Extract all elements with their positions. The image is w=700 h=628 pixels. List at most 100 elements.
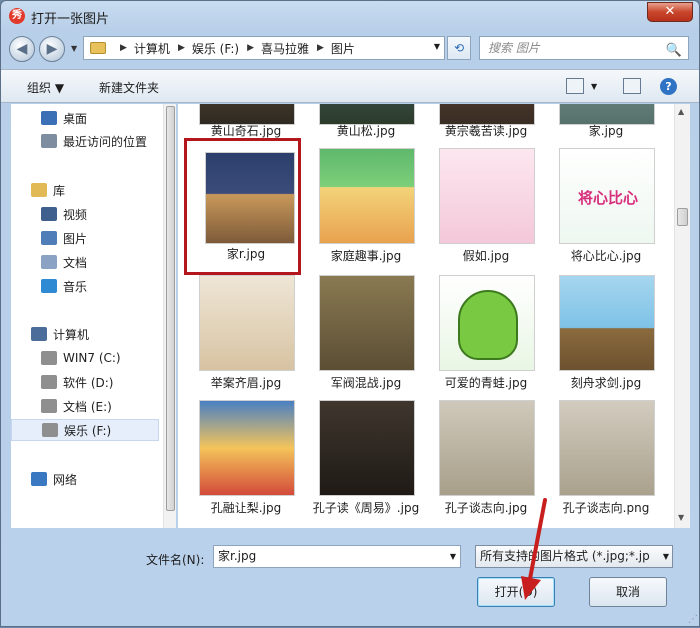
sidebar-item-1[interactable]: 桌面 — [11, 107, 159, 129]
sidebar-item-6[interactable]: 文档 — [11, 251, 159, 273]
music-icon — [41, 279, 57, 293]
address-bar[interactable]: ▶ 计算机 ▶ 娱乐 (F:) ▶ 喜马拉雅 ▶ 图片 ▼ — [83, 36, 445, 60]
thumbnail-image — [439, 148, 535, 244]
breadcrumb-item[interactable]: 计算机 — [134, 40, 170, 57]
thumbnail-image: 将心比心 — [559, 148, 655, 244]
resize-grip-icon[interactable]: ⋰ — [688, 614, 698, 625]
file-name-label: 孔融让梨.jpg — [210, 501, 282, 515]
sidebar-item-4[interactable]: 视频 — [11, 203, 159, 225]
sidebar-item-label: 桌面 — [63, 111, 88, 126]
drive-icon — [42, 423, 58, 437]
recent-places-icon — [41, 134, 57, 148]
sidebar-item-11[interactable]: 文档 (E:) — [11, 395, 159, 417]
breadcrumb-separator-icon[interactable]: ▶ — [247, 43, 254, 53]
sidebar-item-label: 文档 (E:) — [63, 399, 112, 414]
thumbnail-image — [199, 275, 295, 371]
sidebar-item-label: 最近访问的位置 — [63, 134, 148, 149]
back-button[interactable]: ◀ — [9, 36, 35, 62]
search-input[interactable]: 搜索 图片 🔍 — [479, 36, 689, 60]
view-mode-icon[interactable] — [566, 78, 584, 94]
scroll-up-icon[interactable]: ▲ — [678, 107, 684, 116]
navigation-pane: 桌面最近访问的位置库视频 图片 文档 音乐计算机 WIN7 (C:) 软件 (D:) 文档 … — [11, 104, 176, 528]
video-icon — [41, 207, 57, 221]
sidebar-item-12[interactable]: 娱乐 (F:) — [11, 419, 159, 441]
sidebar-item-label: WIN7 (C:) — [63, 351, 121, 365]
breadcrumb-separator-icon[interactable]: ▶ — [120, 43, 127, 53]
view-dropdown-icon[interactable]: ▼ — [591, 82, 597, 91]
recent-locations-dropdown[interactable]: ▼ — [71, 44, 77, 53]
network-icon — [31, 472, 47, 486]
dialog-title: 打开一张图片 — [31, 12, 110, 27]
breadcrumb-separator-icon[interactable]: ▶ — [317, 43, 324, 53]
computer-icon — [31, 327, 47, 341]
breadcrumb-item[interactable]: 娱乐 (F:) — [192, 40, 239, 57]
refresh-button[interactable]: ⟲ — [447, 36, 471, 60]
help-icon[interactable]: ? — [660, 78, 677, 95]
preview-pane-icon[interactable] — [623, 78, 641, 94]
dialog-footer: 文件名(N): 家r.jpg ▼ 所有支持的图片格式 (*.jpg;*.jp ▼… — [1, 529, 699, 628]
sidebar-item-label: 网络 — [53, 472, 78, 487]
scroll-down-icon[interactable]: ▼ — [678, 513, 684, 522]
search-placeholder: 搜索 图片 — [488, 41, 540, 55]
navigation-scroll-thumb[interactable] — [166, 106, 175, 511]
thumbnail-image — [319, 275, 415, 371]
file-list-scrollbar[interactable]: ▲ ▼ — [674, 104, 690, 528]
file-name-label: 黄山奇石.jpg — [210, 124, 282, 138]
documents-icon — [41, 255, 57, 269]
sidebar-item-2[interactable]: 最近访问的位置 — [11, 130, 159, 152]
file-name-label: 假如.jpg — [462, 249, 510, 263]
thumbnail-caption-text: 将心比心 — [577, 189, 638, 207]
sidebar-item-7[interactable]: 音乐 — [11, 275, 159, 297]
desktop-icon — [41, 111, 57, 125]
file-name-label: 可爱的青蛙.jpg — [444, 376, 528, 390]
address-dropdown-icon[interactable]: ▼ — [434, 42, 440, 51]
organize-menu[interactable]: 组织 ▼ — [27, 79, 64, 96]
thumbnail-image — [559, 275, 655, 371]
breadcrumb-separator-icon[interactable]: ▶ — [178, 43, 185, 53]
file-name-label: 举案齐眉.jpg — [210, 376, 282, 390]
file-list-scroll-thumb[interactable] — [677, 208, 688, 226]
file-name-label: 黄山松.jpg — [336, 124, 396, 138]
sidebar-item-label: 库 — [53, 183, 66, 198]
file-type-filter-value: 所有支持的图片格式 (*.jpg;*.jp — [480, 549, 650, 563]
thumbnail-image — [319, 400, 415, 496]
command-toolbar: 组织 ▼ 新建文件夹 ▼ ? — [1, 69, 699, 103]
filename-dropdown-icon[interactable]: ▼ — [450, 546, 456, 567]
file-name-label: 家庭趣事.jpg — [330, 249, 402, 263]
annotation-arrow-icon — [521, 498, 547, 600]
search-icon[interactable]: 🔍 — [666, 40, 682, 62]
navigation-scrollbar[interactable] — [163, 104, 176, 528]
sidebar-item-label: 娱乐 (F:) — [64, 423, 112, 438]
sidebar-item-10[interactable]: 软件 (D:) — [11, 371, 159, 393]
thumbnail-image — [319, 104, 415, 125]
new-folder-button[interactable]: 新建文件夹 — [99, 79, 159, 96]
filename-input[interactable]: 家r.jpg ▼ — [213, 545, 461, 568]
selected-file-highlight-frame — [184, 138, 301, 275]
close-button[interactable]: ✕ — [647, 2, 693, 22]
thumbnail-image — [439, 400, 535, 496]
frog-illustration — [458, 290, 518, 360]
breadcrumb-item[interactable]: 喜马拉雅 — [261, 40, 309, 57]
address-row: ◀ ▶ ▼ ▶ 计算机 ▶ 娱乐 (F:) ▶ 喜马拉雅 ▶ 图片 ▼ ⟲ 搜索 图片 🔍 — [1, 31, 699, 67]
thumbnail-image — [199, 104, 295, 125]
drive-icon — [41, 375, 57, 389]
sidebar-item-9[interactable]: WIN7 (C:) — [11, 347, 159, 369]
thumbnail-image — [319, 148, 415, 244]
file-type-filter-select[interactable]: 所有支持的图片格式 (*.jpg;*.jp ▼ — [475, 545, 673, 568]
filter-dropdown-icon[interactable]: ▼ — [662, 546, 669, 567]
sidebar-item-3[interactable]: 库 — [11, 179, 159, 201]
thumbnail-image — [439, 104, 535, 125]
file-name-label: 刻舟求剑.jpg — [570, 376, 642, 390]
file-name-label: 军阀混战.jpg — [330, 376, 402, 390]
library-icon — [31, 183, 47, 197]
breadcrumb-item[interactable]: 图片 — [331, 40, 355, 57]
sidebar-item-label: 软件 (D:) — [63, 375, 114, 390]
thumbnail-image — [439, 275, 535, 371]
cancel-button[interactable]: 取消 — [589, 577, 667, 607]
sidebar-item-8[interactable]: 计算机 — [11, 323, 159, 345]
folder-icon — [90, 42, 106, 54]
forward-button[interactable]: ▶ — [39, 36, 65, 62]
sidebar-item-13[interactable]: 网络 — [11, 468, 159, 490]
sidebar-item-5[interactable]: 图片 — [11, 227, 159, 249]
drive-icon — [41, 351, 57, 365]
